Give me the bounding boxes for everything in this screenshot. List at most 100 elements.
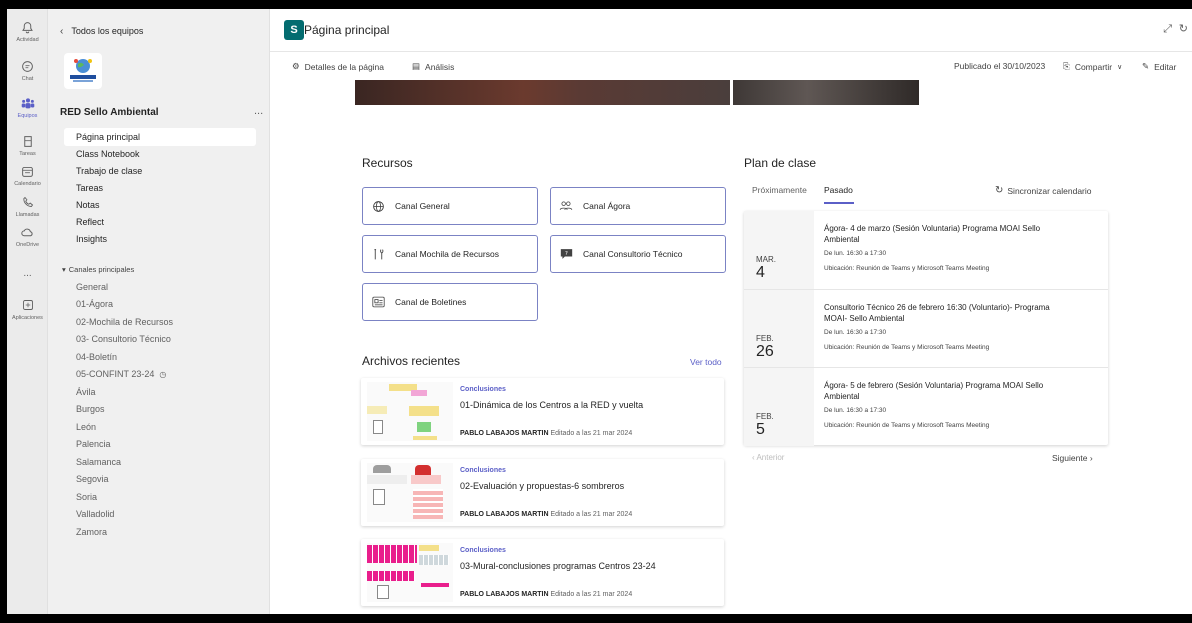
event-location: Ubicación: Reunión de Teams y Microsoft …	[824, 344, 990, 351]
channel-item[interactable]: 03- Consultorio Técnico	[76, 331, 171, 348]
event-item[interactable]: FEB. 5 Ágora- 5 de febrero (Sesión Volun…	[744, 367, 1108, 446]
share-icon: ⎘	[1063, 61, 1070, 71]
channel-item[interactable]: Soria	[76, 489, 97, 506]
rail-activity[interactable]: Actividad	[7, 15, 48, 55]
tab-past[interactable]: Pasado	[824, 185, 853, 195]
file-title[interactable]: 03-Mural-conclusiones programas Centros …	[460, 561, 656, 571]
sync-icon: ↻	[995, 185, 1004, 196]
channel-item[interactable]: Zamora	[76, 524, 107, 541]
sync-calendar-button[interactable]: ↻ Sincronizar calendario	[995, 185, 1092, 196]
phone-icon	[20, 194, 36, 210]
resource-card[interactable]: Canal General	[362, 187, 538, 225]
channel-item[interactable]: Palencia	[76, 436, 111, 453]
channel-item[interactable]: 02-Mochila de Recursos	[76, 314, 173, 331]
event-title: Ágora- 5 de febrero (Sesión Voluntaria) …	[824, 381, 1044, 401]
file-card[interactable]: Conclusiones 02-Evaluación y propuestas-…	[361, 459, 724, 526]
file-card[interactable]: Conclusiones 03-Mural-conclusiones progr…	[361, 539, 724, 606]
events-list: MAR. 4 Ágora- 4 de marzo (Sesión Volunta…	[744, 211, 1108, 446]
resource-card[interactable]: ? Canal Consultorio Técnico	[550, 235, 726, 273]
channel-item[interactable]: 01-Ágora	[76, 296, 113, 313]
tab-active-indicator	[824, 202, 854, 204]
analytics-icon: ▤	[412, 61, 421, 71]
resource-card[interactable]: Canal Mochila de Recursos	[362, 235, 538, 273]
channel-item[interactable]: General	[76, 279, 108, 296]
event-item[interactable]: FEB. 26 Consultorio Técnico 26 de febrer…	[744, 289, 1108, 368]
file-tag: Conclusiones	[460, 547, 506, 554]
file-card[interactable]: Conclusiones 01-Dinámica de los Centros …	[361, 378, 724, 445]
event-title: Consultorio Técnico 26 de febrero 16:30 …	[824, 303, 1050, 323]
file-tag: Conclusiones	[460, 386, 506, 393]
team-sidebar: ‹ Todos los equipos RED Sello Ambiental …	[48, 9, 270, 614]
nav-class-notebook[interactable]: Class Notebook	[64, 145, 256, 163]
resource-card[interactable]: Canal Ágora	[550, 187, 726, 225]
refresh-icon[interactable]: ↻	[1179, 22, 1188, 35]
rail-chat[interactable]: Chat	[7, 54, 48, 94]
channel-item[interactable]: Burgos	[76, 401, 105, 418]
sharepoint-icon: S	[284, 20, 308, 40]
event-date: FEB. 5	[744, 368, 814, 446]
rail-teams[interactable]: Equipos	[7, 91, 48, 131]
edit-button[interactable]: ✎ Editar	[1142, 61, 1176, 72]
pencil-icon: ✎	[1142, 61, 1150, 71]
event-time: De lun. 16:30 a 17:30	[824, 329, 887, 336]
event-item[interactable]: MAR. 4 Ágora- 4 de marzo (Sesión Volunta…	[744, 211, 1108, 289]
plan-title: Plan de clase	[744, 156, 817, 170]
event-time: De lun. 16:30 a 17:30	[824, 407, 887, 414]
event-date: FEB. 26	[744, 290, 814, 368]
next-button[interactable]: Siguiente ›	[1052, 453, 1093, 463]
file-thumbnail	[367, 463, 453, 522]
share-button[interactable]: ⎘ Compartir ∨	[1063, 61, 1122, 72]
rail-onedrive[interactable]: OneDrive	[7, 220, 48, 260]
channel-item[interactable]: Ávila	[76, 384, 96, 401]
page-details-button[interactable]: ⚙ Detalles de la página	[292, 61, 384, 72]
nav-home[interactable]: Página principal	[64, 128, 256, 146]
nav-reflect[interactable]: Reflect	[64, 213, 256, 231]
channel-item[interactable]: 04-Boletín	[76, 349, 117, 366]
tools-icon	[371, 247, 385, 261]
teams-icon	[20, 95, 36, 111]
teams-window: Actividad Chat Equipos Tareas Calendario…	[7, 9, 1192, 614]
channel-item[interactable]: León	[76, 419, 96, 436]
analytics-button[interactable]: ▤ Análisis	[412, 61, 454, 72]
command-bar: ⚙ Detalles de la página ▤ Análisis Publi…	[270, 52, 1192, 80]
nav-classwork[interactable]: Trabajo de clase	[64, 162, 256, 180]
file-title[interactable]: 01-Dinámica de los Centros a la RED y vu…	[460, 400, 643, 410]
nav-insights[interactable]: Insights	[64, 230, 256, 248]
file-author: PABLO LABAJOS MARTIN Editado a las 21 ma…	[460, 511, 633, 518]
nav-assignments[interactable]: Tareas	[64, 179, 256, 197]
chevron-left-icon: ‹	[60, 25, 64, 37]
app-rail: Actividad Chat Equipos Tareas Calendario…	[7, 9, 48, 614]
see-all-link[interactable]: Ver todo	[690, 357, 722, 367]
newsletter-icon	[371, 295, 385, 309]
nav-grades[interactable]: Notas	[64, 196, 256, 214]
team-logo	[64, 53, 102, 89]
rail-apps[interactable]: Aplicaciones	[7, 293, 48, 333]
back-to-teams-link[interactable]: ‹ Todos los equipos	[60, 23, 143, 39]
page-title: Página principal	[304, 23, 390, 37]
help-chat-icon: ?	[559, 247, 573, 261]
previous-button[interactable]: ‹ Anterior	[752, 453, 784, 462]
gear-icon: ⚙	[292, 61, 300, 71]
tab-upcoming[interactable]: Próximamente	[752, 185, 807, 195]
channel-item[interactable]: Salamanca	[76, 454, 121, 471]
team-more-button[interactable]: ...	[254, 105, 263, 117]
file-thumbnail	[367, 382, 453, 441]
resources-title: Recursos	[362, 156, 413, 170]
hero-image-left	[355, 80, 730, 105]
calendar-icon	[20, 163, 36, 179]
channels-header[interactable]: ▾ Canales principales	[62, 265, 134, 274]
bell-icon	[20, 19, 36, 35]
team-name: RED Sello Ambiental	[60, 107, 159, 118]
channel-item[interactable]: Segovia	[76, 471, 109, 488]
channel-item[interactable]: Valladolid	[76, 506, 114, 523]
file-title[interactable]: 02-Evaluación y propuestas-6 sombreros	[460, 481, 624, 491]
globe-icon	[371, 199, 385, 213]
hero-image-right	[733, 80, 919, 105]
more-icon: ...	[23, 268, 32, 279]
lock-icon: ◷	[159, 370, 167, 379]
channel-item[interactable]: 05-CONFINT 23-24 ◷	[76, 366, 166, 383]
expand-icon[interactable]: ⤢	[1163, 23, 1172, 36]
file-thumbnail	[367, 543, 453, 602]
resource-card[interactable]: Canal de Boletines	[362, 283, 538, 321]
chat-icon	[20, 58, 36, 74]
